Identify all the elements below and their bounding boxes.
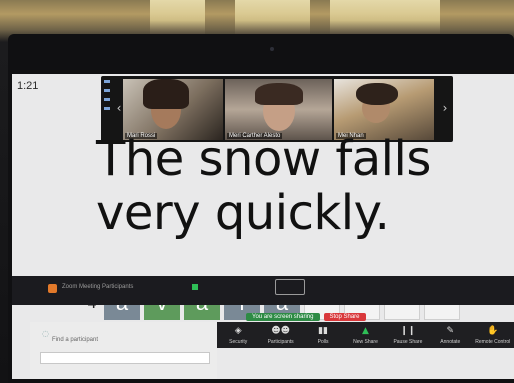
new-share-button[interactable]: ▲ New Share <box>344 322 386 348</box>
toolbar-label: Remote Control <box>475 339 511 345</box>
toolbar-label: Security <box>229 339 248 345</box>
webcam-dot <box>270 47 274 51</box>
toolbar-label: Polls <box>317 339 329 345</box>
caption-line-2: very quickly. <box>96 185 390 241</box>
participant-hair <box>356 83 398 105</box>
participant-hair <box>255 83 303 105</box>
taskbar-app-text: Zoom Meeting Participants <box>62 284 134 290</box>
share-icon: ▲ <box>362 326 369 336</box>
remote-icon: ✋ <box>487 326 499 336</box>
toolbar-label: Pause Share <box>393 339 423 345</box>
participants-icon: ☻☻ <box>271 326 291 336</box>
toolbar-label: New Share <box>353 339 378 345</box>
app-icon[interactable] <box>48 284 57 293</box>
status-dot-icon <box>192 284 198 290</box>
polls-icon: ▮▮ <box>318 326 328 336</box>
pause-icon: ❙❙ <box>400 326 416 336</box>
sharing-status: You are screen sharing <box>246 313 320 321</box>
shield-icon: ◈ <box>234 326 242 336</box>
keyboard-icon[interactable] <box>275 279 305 295</box>
window-light <box>235 0 310 34</box>
caption-line-1: The snow falls <box>96 131 431 187</box>
share-banner: You are screen sharing Stop Share <box>246 312 366 322</box>
chat-panel: ◌ Find a participant <box>30 322 217 379</box>
toolbar-label: Annotate <box>440 339 461 345</box>
clock: 1:21 <box>17 80 39 92</box>
participants-button[interactable]: ☻☻ Participants <box>259 322 301 348</box>
security-button[interactable]: ◈ Security <box>217 322 259 348</box>
toolbar-label: Participants <box>267 339 294 345</box>
remote-control-button[interactable]: ✋ Remote Control <box>472 322 514 348</box>
chat-input[interactable] <box>40 352 210 364</box>
participant-hair <box>143 79 189 109</box>
screen: 1:21 ‹ Mari Rossi Meri Carther Alesto Me… <box>12 74 514 379</box>
pause-share-button[interactable]: ❙❙ Pause Share <box>387 322 429 348</box>
pen-icon: ✎ <box>446 326 455 336</box>
annotate-button[interactable]: ✎ Annotate <box>429 322 471 348</box>
chat-icon: ◌ <box>42 329 49 338</box>
os-taskbar: Zoom Meeting Participants <box>12 276 514 305</box>
meeting-toolbar: ◈ Security ☻☻ Participants ▮▮ Polls ▲ Ne… <box>217 322 514 348</box>
window-light <box>330 0 440 34</box>
window-light <box>150 0 205 34</box>
sentence-caption: The snow falls very quickly. <box>96 132 506 240</box>
strip-next-icon[interactable]: › <box>439 98 451 118</box>
strip-toolbar[interactable] <box>102 80 112 138</box>
participant-search-hint: Find a participant <box>52 337 99 343</box>
polls-button[interactable]: ▮▮ Polls <box>302 322 344 348</box>
stop-share-button[interactable]: Stop Share <box>323 313 366 321</box>
